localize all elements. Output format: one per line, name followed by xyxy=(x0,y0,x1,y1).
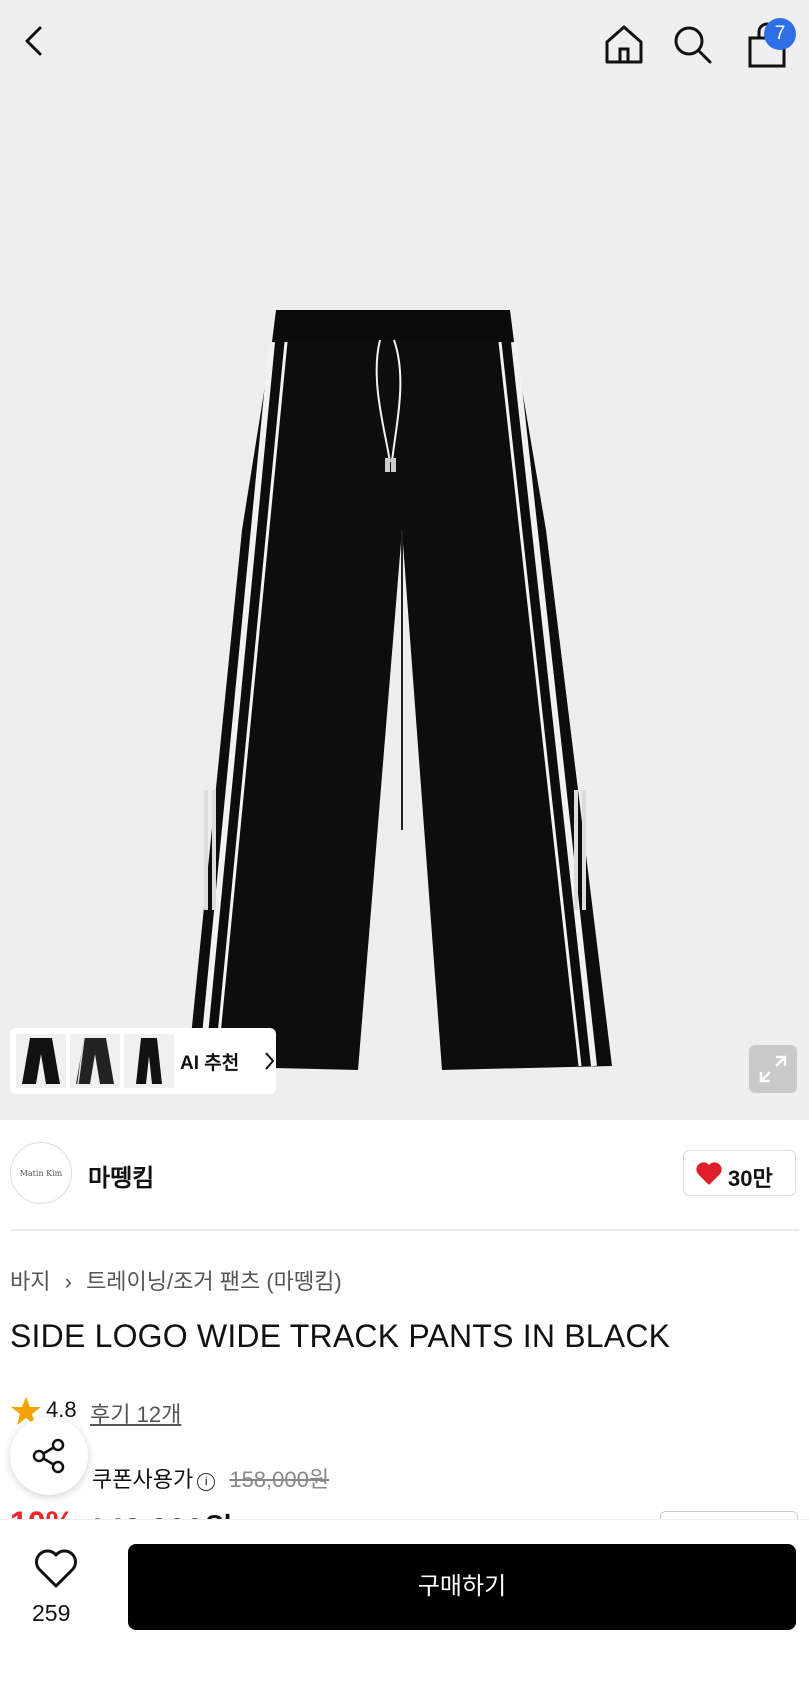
product-image-area[interactable] xyxy=(0,80,809,1120)
product-title: SIDE LOGO WIDE TRACK PANTS IN BLACK xyxy=(10,1318,671,1354)
cart-count-badge: 7 xyxy=(764,18,796,50)
top-nav-bar: 7 xyxy=(0,0,809,80)
divider xyxy=(10,1229,799,1231)
share-icon xyxy=(32,1438,65,1474)
brand-logo[interactable]: Matin Kim xyxy=(10,1142,72,1204)
bottom-action-bar: 259 구매하기 xyxy=(0,1520,809,1691)
thumbnail-3[interactable] xyxy=(124,1034,174,1088)
coupon-price-row: 쿠폰사용가 i 158,000원 xyxy=(92,1462,329,1494)
breadcrumb: 바지 › 트레이닝/조거 팬츠 (마뗑킴) xyxy=(10,1264,342,1296)
brand-like-button[interactable]: 30만 xyxy=(683,1150,796,1196)
ai-recommend-label[interactable]: AI 추천 xyxy=(180,1048,239,1075)
brand-name[interactable]: 마뗑킴 xyxy=(88,1158,154,1193)
wish-count: 259 xyxy=(32,1600,71,1626)
home-icon[interactable] xyxy=(602,22,646,66)
thumbnail-2[interactable] xyxy=(70,1034,120,1088)
product-photo xyxy=(188,310,612,1070)
chevron-right-icon: › xyxy=(64,1269,72,1294)
thumbnail-1[interactable] xyxy=(16,1034,66,1088)
chevron-right-icon[interactable] xyxy=(264,1050,276,1072)
info-icon[interactable]: i xyxy=(197,1473,216,1491)
breadcrumb-subcategory[interactable]: 트레이닝/조거 팬츠 (마뗑킴) xyxy=(86,1269,342,1294)
brand-row: Matin Kim 마뗑킴 30만 xyxy=(0,1120,809,1230)
heart-icon xyxy=(696,1162,722,1186)
heart-icon[interactable] xyxy=(34,1548,78,1590)
share-button[interactable] xyxy=(10,1417,88,1495)
expand-icon[interactable] xyxy=(749,1045,797,1093)
search-icon[interactable] xyxy=(672,24,714,66)
review-link[interactable]: 후기 12개 xyxy=(90,1397,181,1429)
original-price: 158,000원 xyxy=(229,1467,330,1492)
thumbnail-strip: AI 추천 xyxy=(10,1028,276,1094)
brand-like-count: 30만 xyxy=(728,1166,773,1191)
back-icon[interactable] xyxy=(18,24,52,58)
buy-button[interactable]: 구매하기 xyxy=(128,1544,796,1630)
coupon-price-label: 쿠폰사용가 xyxy=(92,1467,194,1492)
breadcrumb-category[interactable]: 바지 xyxy=(10,1269,50,1294)
